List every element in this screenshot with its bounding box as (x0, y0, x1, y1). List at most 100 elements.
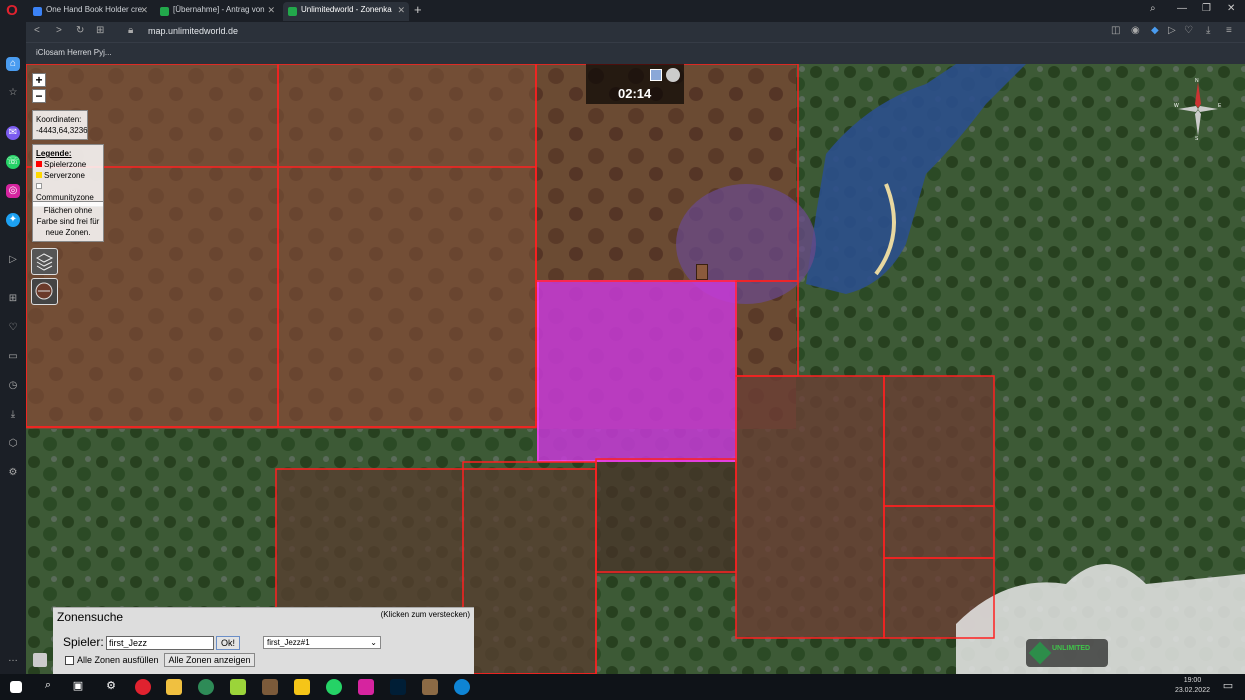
player-icon[interactable]: ▷ (6, 253, 20, 267)
player-marker[interactable] (696, 264, 708, 280)
star-icon[interactable]: ☆ (6, 86, 20, 100)
svg-text:E: E (1218, 103, 1222, 109)
whatsapp-icon[interactable] (326, 679, 342, 695)
map-type-button[interactable] (31, 278, 58, 305)
downloads-icon[interactable]: ⤓ (6, 408, 20, 422)
snapshot-icon[interactable]: ◉ (1131, 25, 1140, 36)
heart-icon[interactable]: ♡ (6, 321, 20, 335)
download-icon[interactable]: ⤓ (1206, 25, 1210, 36)
home-icon[interactable]: ⌂ (6, 57, 20, 71)
player-label: Spieler: (63, 635, 104, 649)
menu-icon[interactable]: ≡ (1226, 25, 1232, 36)
favicon-icon (33, 7, 42, 16)
zone-search-panel: Zonensuche (Klicken zum verstecken) Spie… (53, 607, 474, 674)
compass-icon: N S E W (1174, 78, 1222, 140)
moon-icon (666, 68, 680, 82)
history-icon[interactable]: ◷ (6, 379, 20, 393)
layers-icon (35, 253, 54, 271)
search-tabs-icon[interactable]: ⌕ (1150, 3, 1156, 14)
reload-icon[interactable]: ↻ (76, 25, 84, 36)
rockstar-icon[interactable] (294, 679, 310, 695)
globe-icon (35, 282, 53, 300)
zoom-out-button[interactable]: − (32, 89, 46, 103)
svg-text:W: W (1174, 103, 1179, 109)
coordinates-label: Koordinaten: (36, 115, 82, 124)
map-tiles (26, 64, 1245, 674)
messenger-icon[interactable]: ✉ (6, 126, 20, 140)
zone-search-title: Zonensuche (57, 610, 124, 624)
extensions-icon[interactable]: ⬡ (6, 437, 20, 451)
camera-icon[interactable]: ◫ (1111, 25, 1120, 36)
layers-button[interactable] (31, 248, 58, 275)
bookmarks-bar: iClosam Herren Pyj... (26, 42, 1245, 64)
heart-icon[interactable]: ♡ (1184, 25, 1193, 36)
settings-icon[interactable]: ⚙ (6, 466, 20, 480)
hide-panel-link[interactable]: (Klicken zum verstecken) (381, 610, 470, 619)
more-icon[interactable]: … (6, 652, 20, 666)
close-tab-icon[interactable]: ✕ (140, 5, 148, 16)
minecraft-icon[interactable] (262, 679, 278, 695)
lock-icon: 🔒︎ (128, 25, 134, 36)
minimize-button[interactable]: — (1177, 3, 1187, 14)
maximize-button[interactable]: ❐ (1202, 3, 1211, 14)
browser-sidebar: ⌂ ☆ ✉ ☏ ◎ ✦ ▷ ⊞ ♡ ▭ ◷ ⤓ ⬡ ⚙ … (0, 22, 26, 674)
unlimitedworld-logo: UNLIMITED (1026, 639, 1108, 667)
time-box: 02:14 (586, 64, 684, 104)
workspaces-icon[interactable]: ⊞ (6, 292, 20, 306)
player-input[interactable] (106, 636, 214, 650)
grid-icon[interactable]: ⊞ (96, 25, 104, 36)
notification-icon[interactable]: ▭ (1220, 679, 1236, 695)
twitter-icon[interactable]: ✦ (6, 213, 20, 227)
system-clock[interactable]: 19:00 23.02.2022 (1175, 676, 1210, 696)
tab-zonenkarte[interactable]: Unlimitedworld - Zonenka ✕ (283, 2, 409, 21)
gear-icon[interactable]: ⚙ (103, 679, 119, 695)
ok-button[interactable]: Ok! (216, 636, 240, 650)
task-view-icon[interactable]: ▣ (70, 679, 86, 695)
back-icon[interactable]: < (34, 25, 40, 36)
photoshop-icon[interactable] (390, 679, 406, 695)
white-swatch-icon (36, 183, 42, 189)
coordinates-value: -4443,64,3236 (36, 126, 88, 135)
cube-icon (1028, 641, 1052, 665)
legend-title: Legende: (36, 149, 72, 158)
opera-icon[interactable] (135, 679, 151, 695)
new-tab-button[interactable]: + (414, 2, 422, 17)
shield-icon[interactable]: ◆ (1151, 25, 1159, 36)
minecraft-launcher-icon[interactable] (422, 679, 438, 695)
opera-menu-icon[interactable]: O (4, 3, 20, 19)
zone-select[interactable]: first_Jezz#1 ⌄ (263, 636, 381, 649)
favicon-icon (160, 7, 169, 16)
zone-map[interactable]: + − Koordinaten: -4443,64,3236 Legende: … (26, 64, 1245, 674)
browser-tab-bar: O One Hand Book Holder cre ✕ [Übernahme]… (0, 0, 1245, 22)
show-all-zones-button[interactable]: Alle Zonen anzeigen (164, 653, 255, 667)
close-window-button[interactable]: ✕ (1227, 3, 1235, 14)
favicon-icon (288, 7, 297, 16)
map-corner-icon[interactable] (33, 653, 47, 667)
explorer-icon[interactable] (166, 679, 182, 695)
send-icon[interactable]: ▷ (1168, 25, 1176, 36)
zoom-in-button[interactable]: + (32, 73, 46, 87)
windows-start-icon[interactable] (10, 681, 22, 693)
instagram-icon[interactable] (358, 679, 374, 695)
tab-book-holder[interactable]: One Hand Book Holder cre ✕ (28, 2, 152, 21)
pinboard-icon[interactable]: ▭ (6, 350, 20, 364)
forward-icon[interactable]: > (56, 25, 62, 36)
fill-all-checkbox[interactable] (65, 656, 74, 665)
bookmark-item[interactable]: iClosam Herren Pyj... (36, 48, 112, 57)
app-icon[interactable] (230, 679, 246, 695)
coordinates-box: Koordinaten: -4443,64,3236 (32, 110, 88, 140)
fill-all-label: Alle Zonen ausfüllen (77, 655, 159, 665)
chrome-icon[interactable] (198, 679, 214, 695)
close-tab-icon[interactable]: ✕ (397, 5, 405, 16)
address-bar: < > ↻ ⊞ 🔒︎ map.unlimitedworld.de ◫ ◉ ◆ ▷… (26, 22, 1245, 42)
svg-text:S: S (1195, 136, 1199, 140)
edge-icon[interactable] (454, 679, 470, 695)
close-tab-icon[interactable]: ✕ (267, 5, 275, 16)
instagram-icon[interactable]: ◎ (6, 184, 20, 198)
url-field[interactable]: map.unlimitedworld.de (148, 26, 238, 36)
game-time: 02:14 (618, 86, 652, 101)
search-icon[interactable]: ⌕ (40, 679, 56, 695)
tab-antrag[interactable]: [Übernahme] - Antrag von ✕ (155, 2, 279, 21)
windows-taskbar: ⌕ ▣ ⚙ 19:00 23.02.2022 ▭ (0, 674, 1245, 700)
whatsapp-icon[interactable]: ☏ (6, 155, 20, 169)
